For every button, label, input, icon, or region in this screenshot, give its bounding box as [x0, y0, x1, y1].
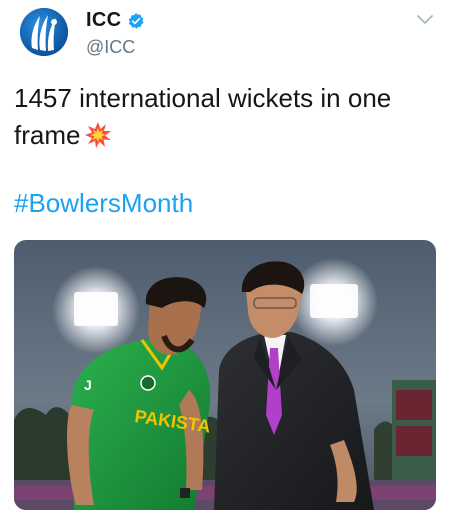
handle[interactable]: @ICC — [86, 37, 135, 58]
chevron-down-icon[interactable] — [416, 12, 434, 26]
jersey-logo: J — [84, 377, 92, 393]
avatar[interactable] — [18, 6, 70, 58]
verified-badge-icon — [129, 12, 144, 29]
icc-logo-icon — [18, 6, 70, 58]
tweet-media-photo[interactable]: PAKISTA J — [14, 240, 436, 510]
hashtag-link[interactable]: #BowlersMonth — [14, 188, 193, 219]
tweet-card: ICC @ICC 1457 international wickets in o… — [0, 0, 450, 513]
author-row: ICC — [86, 9, 145, 32]
photo-illustration: PAKISTA J — [14, 240, 436, 510]
display-name[interactable]: ICC — [86, 9, 121, 32]
collision-emoji — [85, 122, 112, 148]
tweet-text-content: 1457 international wickets in one frame — [14, 83, 392, 150]
tweet-text: 1457 international wickets in one frame — [14, 80, 434, 154]
